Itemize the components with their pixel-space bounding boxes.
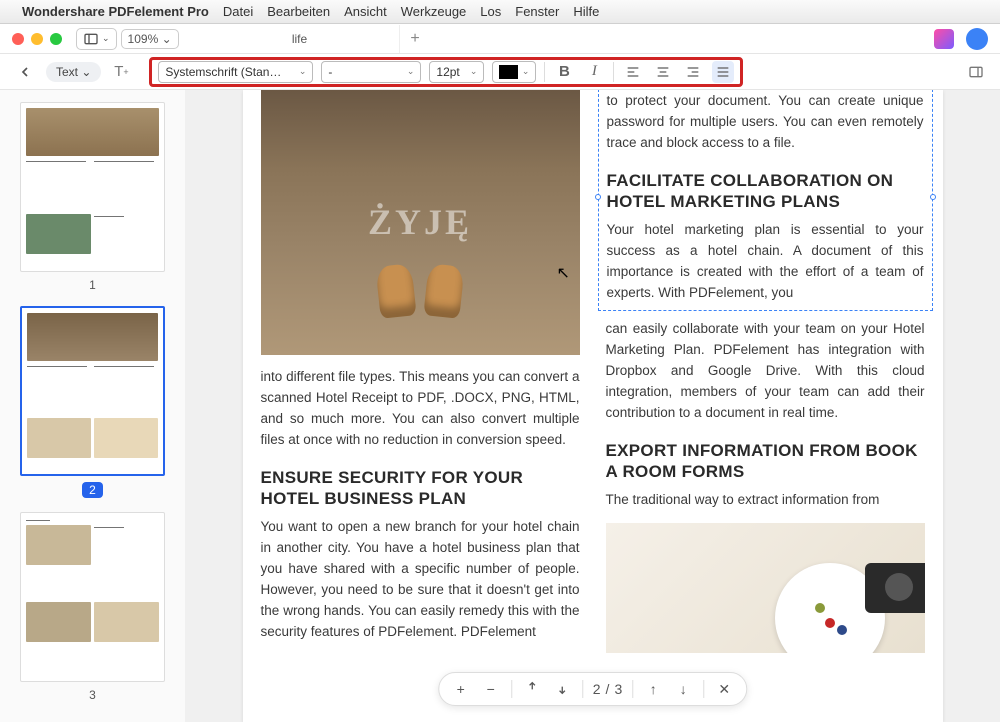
add-text-icon[interactable]: T+ bbox=[111, 62, 131, 82]
body-text[interactable]: Your hotel marketing plan is essential t… bbox=[607, 220, 924, 304]
right-column: to protect your document. You can create… bbox=[606, 90, 925, 682]
font-family-value: Systemschrift (Stan… bbox=[165, 65, 294, 79]
fullscreen-icon[interactable] bbox=[50, 33, 62, 45]
document-page: ŻYJĘ ↖ into different file types. This m… bbox=[243, 90, 943, 722]
italic-button[interactable]: I bbox=[583, 61, 605, 83]
menu-bearbeiten[interactable]: Bearbeiten bbox=[267, 4, 330, 19]
section-heading[interactable]: ENSURE SECURITY FOR YOUR HOTEL BUSINESS … bbox=[261, 467, 580, 510]
selected-text-block[interactable]: to protect your document. You can create… bbox=[598, 90, 933, 311]
section-heading[interactable]: EXPORT INFORMATION FROM BOOK A ROOM FORM… bbox=[606, 440, 925, 483]
fit-page-button[interactable] bbox=[552, 680, 572, 699]
page-indicator[interactable]: 2 / 3 bbox=[593, 681, 622, 697]
menu-datei[interactable]: Datei bbox=[223, 4, 253, 19]
page-thumbnail-2[interactable]: ▬▬▬▬▬▬▬▬▬▬▬▬▬▬▬▬▬▬▬▬▬▬▬▬▬▬▬▬▬▬▬▬▬▬▬▬▬▬▬▬ bbox=[20, 306, 165, 476]
font-weight-dropdown[interactable]: - ⌄ bbox=[321, 61, 421, 83]
thumbnail-number: 1 bbox=[89, 278, 96, 292]
prev-page-button[interactable]: ↑ bbox=[643, 681, 663, 697]
zoom-in-button[interactable]: + bbox=[451, 681, 471, 697]
divider bbox=[582, 680, 583, 698]
align-left-button[interactable] bbox=[622, 61, 644, 83]
edit-mode-dropdown[interactable]: Text ⌄ bbox=[46, 62, 101, 82]
mouse-cursor-icon: ↖ bbox=[557, 262, 570, 287]
menu-hilfe[interactable]: Hilfe bbox=[573, 4, 599, 19]
divider bbox=[544, 62, 545, 82]
window-titlebar: ⌄ 109% ⌄ life + bbox=[0, 24, 1000, 54]
font-family-dropdown[interactable]: Systemschrift (Stan… ⌄ bbox=[158, 61, 313, 83]
body-text[interactable]: The traditional way to extract informati… bbox=[606, 490, 925, 511]
body-text[interactable]: can easily collaborate with your team on… bbox=[606, 319, 925, 424]
hero-image[interactable]: ŻYJĘ ↖ bbox=[261, 90, 580, 355]
page-thumbnail-1[interactable]: ▬▬▬▬▬▬▬▬▬▬▬▬▬▬▬▬▬▬▬▬▬▬▬▬▬▬▬▬▬▬▬▬▬▬▬▬▬▬▬▬… bbox=[20, 102, 165, 272]
font-weight-value: - bbox=[328, 65, 402, 79]
body-text[interactable]: You want to open a new branch for your h… bbox=[261, 517, 580, 643]
close-nav-button[interactable]: ✕ bbox=[714, 681, 734, 698]
body-text[interactable]: to protect your document. You can create… bbox=[607, 91, 924, 154]
sidebar-toggle-button[interactable]: ⌄ bbox=[76, 28, 117, 50]
properties-panel-button[interactable] bbox=[966, 62, 986, 82]
body-text[interactable]: into different file types. This means yo… bbox=[261, 367, 580, 451]
menu-fenster[interactable]: Fenster bbox=[515, 4, 559, 19]
page-navigation-bar: + − 2 / 3 ↑ ↓ ✕ bbox=[438, 672, 747, 706]
align-right-button[interactable] bbox=[682, 61, 704, 83]
traffic-lights bbox=[12, 33, 62, 45]
total-pages: 3 bbox=[614, 681, 622, 697]
menu-ansicht[interactable]: Ansicht bbox=[344, 4, 387, 19]
next-page-button[interactable]: ↓ bbox=[673, 681, 693, 697]
resize-handle-icon[interactable] bbox=[930, 194, 936, 200]
color-swatch-icon bbox=[499, 65, 517, 79]
macos-menubar: Wondershare PDFelement Pro Datei Bearbei… bbox=[0, 0, 1000, 24]
minimize-icon[interactable] bbox=[31, 33, 43, 45]
resize-handle-icon[interactable] bbox=[595, 194, 601, 200]
font-size-value: 12pt bbox=[436, 65, 465, 79]
divider bbox=[632, 680, 633, 698]
ai-assistant-icon[interactable] bbox=[934, 29, 954, 49]
zoom-dropdown[interactable]: 109% ⌄ bbox=[121, 29, 179, 49]
divider bbox=[511, 680, 512, 698]
zoom-out-button[interactable]: − bbox=[481, 681, 501, 697]
bold-button[interactable]: B bbox=[553, 61, 575, 83]
new-tab-button[interactable]: + bbox=[400, 30, 430, 48]
left-column: ŻYJĘ ↖ into different file types. This m… bbox=[261, 90, 580, 682]
divider bbox=[613, 62, 614, 82]
chevron-down-icon: ⌄ bbox=[470, 66, 478, 77]
document-tab[interactable]: life bbox=[200, 25, 400, 53]
thumbnail-number: 3 bbox=[89, 688, 96, 702]
align-center-button[interactable] bbox=[652, 61, 674, 83]
close-icon[interactable] bbox=[12, 33, 24, 45]
thumbnail-panel: ▬▬▬▬▬▬▬▬▬▬▬▬▬▬▬▬▬▬▬▬▬▬▬▬▬▬▬▬▬▬▬▬▬▬▬▬▬▬▬▬… bbox=[0, 90, 185, 722]
user-avatar[interactable] bbox=[966, 28, 988, 50]
chevron-down-icon: ⌄ bbox=[522, 66, 530, 77]
menu-los[interactable]: Los bbox=[480, 4, 501, 19]
content-image[interactable] bbox=[606, 523, 925, 653]
divider bbox=[703, 680, 704, 698]
thumbnail-number: 2 bbox=[82, 482, 103, 498]
main-area: ▬▬▬▬▬▬▬▬▬▬▬▬▬▬▬▬▬▬▬▬▬▬▬▬▬▬▬▬▬▬▬▬▬▬▬▬▬▬▬▬… bbox=[0, 90, 1000, 722]
font-size-dropdown[interactable]: 12pt ⌄ bbox=[429, 61, 484, 83]
text-format-toolbar: Systemschrift (Stan… ⌄ - ⌄ 12pt ⌄ ⌄ B I bbox=[149, 57, 743, 87]
section-heading[interactable]: FACILITATE COLLABORATION ON HOTEL MARKET… bbox=[607, 170, 924, 213]
fit-width-button[interactable] bbox=[522, 680, 542, 699]
page-thumbnail-3[interactable]: ▬▬▬▬▬▬▬▬▬▬▬▬▬▬▬▬▬▬ bbox=[20, 512, 165, 682]
align-justify-button[interactable] bbox=[712, 61, 734, 83]
edit-toolbar: Text ⌄ T+ Systemschrift (Stan… ⌄ - ⌄ 12p… bbox=[0, 54, 1000, 90]
app-name[interactable]: Wondershare PDFelement Pro bbox=[22, 4, 209, 19]
current-page: 2 bbox=[593, 681, 601, 697]
text-color-dropdown[interactable]: ⌄ bbox=[492, 61, 536, 83]
hero-text: ŻYJĘ bbox=[368, 195, 472, 251]
chevron-down-icon: ⌄ bbox=[299, 66, 307, 77]
menu-werkzeuge[interactable]: Werkzeuge bbox=[401, 4, 467, 19]
chevron-down-icon: ⌄ bbox=[407, 66, 415, 77]
back-button[interactable] bbox=[14, 61, 36, 83]
document-viewport[interactable]: ŻYJĘ ↖ into different file types. This m… bbox=[185, 90, 1000, 722]
